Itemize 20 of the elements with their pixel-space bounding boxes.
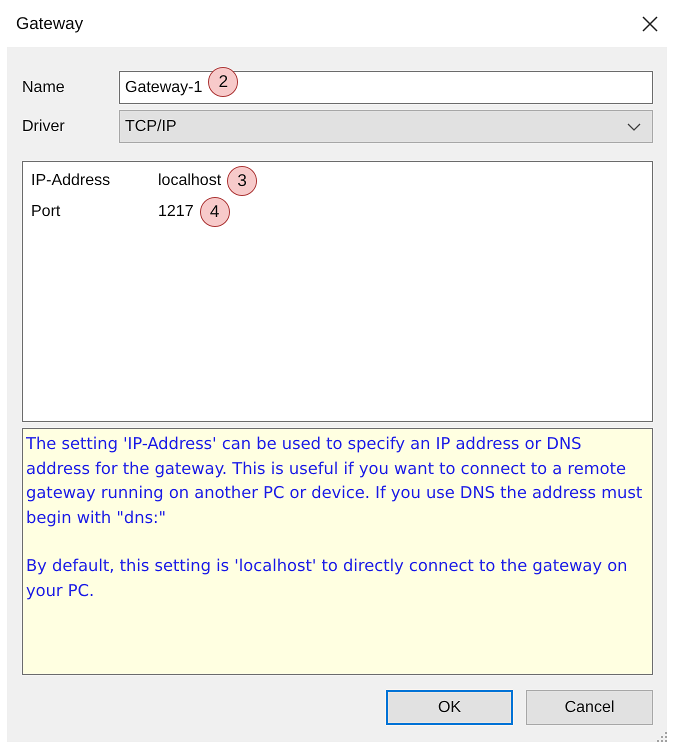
property-name: IP-Address xyxy=(31,172,112,190)
close-button[interactable] xyxy=(640,14,660,34)
field-label: Name xyxy=(22,78,66,96)
property-name: Port xyxy=(31,202,62,220)
dialog-button[interactable]: Cancel xyxy=(526,690,653,725)
callout-badge: 2 xyxy=(208,66,238,96)
window-title: Gateway xyxy=(16,14,84,34)
field-label: Driver xyxy=(22,118,66,136)
resize-grip-icon xyxy=(657,732,667,742)
dialog-button[interactable]: OK xyxy=(386,690,513,725)
help-text: By default, this setting is 'localhost' to directly connect to the gateway on your PC. xyxy=(26,555,628,602)
help-text: The setting 'IP-Address' can be used to specify an IP address or DNS address for the gateway. This is useful if you want to connect to a remote gateway running on another PC or device. If you use DNS the address must begin with "dns:" xyxy=(26,433,644,528)
property-value[interactable]: localhost xyxy=(158,172,222,190)
close-icon xyxy=(641,14,659,32)
dropdown-value: TCP/IP xyxy=(125,118,178,136)
property-value[interactable]: 1217 xyxy=(158,202,194,220)
callout-badge: 3 xyxy=(227,166,258,196)
driver-dropdown[interactable]: TCP/IP xyxy=(119,110,653,143)
chevron-icon xyxy=(627,122,641,130)
callout-badge: 4 xyxy=(200,196,230,226)
